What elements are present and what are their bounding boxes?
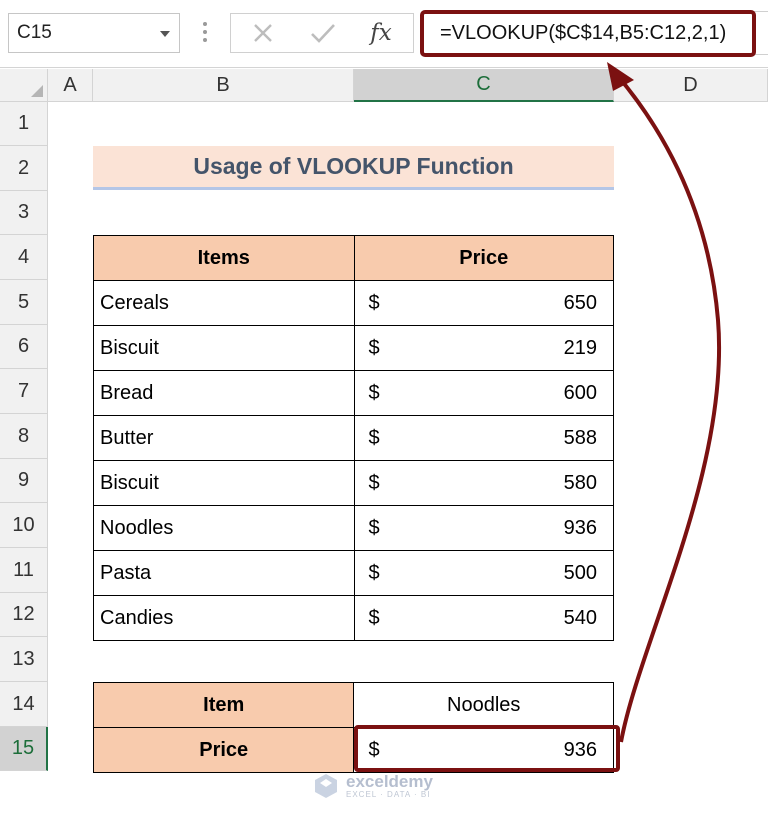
insert-function-button[interactable]: fx [353, 14, 409, 52]
name-box-value: C15 [17, 22, 52, 43]
name-box[interactable]: C15 [8, 13, 180, 53]
row-header-3[interactable]: 3 [0, 191, 48, 235]
item-cell[interactable]: Noodles [93, 505, 355, 551]
arrow-curve [615, 73, 722, 743]
price-cell[interactable]: $580 [353, 460, 614, 506]
price-value: 500 [563, 561, 597, 584]
logo-icon [315, 774, 337, 798]
table-row: Butter $588 [93, 415, 614, 461]
item-cell[interactable]: Biscuit [93, 325, 355, 371]
cancel-button[interactable] [235, 14, 291, 52]
item-cell[interactable]: Candies [93, 595, 355, 641]
watermark-name: exceldemy [346, 772, 433, 791]
price-value: 588 [563, 426, 597, 449]
enter-button[interactable] [295, 14, 351, 52]
formula-highlight-box [420, 10, 756, 57]
price-cell[interactable]: $600 [353, 370, 614, 416]
watermark-tagline: EXCEL · DATA · BI [346, 790, 431, 799]
result-highlight-box [354, 725, 620, 772]
lookup-item-value[interactable]: Noodles [353, 682, 614, 728]
row-header-9[interactable]: 9 [0, 459, 48, 503]
select-all-button[interactable] [0, 69, 48, 102]
row-header-1[interactable]: 1 [0, 102, 48, 146]
item-cell[interactable]: Butter [93, 415, 355, 461]
table-row: Candies $540 [93, 595, 614, 641]
close-icon [254, 24, 272, 42]
lookup-item-label[interactable]: Item [92, 682, 355, 728]
price-value: 580 [563, 471, 597, 494]
row-header-7[interactable]: 7 [0, 369, 48, 414]
table-row: Noodles $936 [93, 505, 614, 551]
table-row: Biscuit $580 [93, 460, 614, 506]
table-row: Biscuit $219 [93, 325, 614, 371]
price-value: 540 [563, 606, 597, 629]
watermark: exceldemy EXCEL · DATA · BI [312, 772, 433, 800]
currency-symbol: $ [368, 291, 380, 314]
item-cell[interactable]: Bread [93, 370, 355, 416]
row-header-4[interactable]: 4 [0, 235, 48, 280]
currency-symbol: $ [368, 381, 380, 404]
row-header-13[interactable]: 13 [0, 637, 48, 682]
chevron-down-icon[interactable] [160, 31, 170, 37]
currency-symbol: $ [368, 516, 380, 539]
column-header-a[interactable]: A [48, 69, 93, 102]
table-row: Pasta $500 [93, 550, 614, 596]
price-cell[interactable]: $588 [353, 415, 614, 461]
column-header-c[interactable]: C [354, 69, 614, 102]
formula-buttons: fx [230, 13, 414, 53]
currency-symbol: $ [368, 471, 380, 494]
item-cell[interactable]: Pasta [93, 550, 355, 596]
sheet-title[interactable]: Usage of VLOOKUP Function [93, 146, 614, 190]
price-cell[interactable]: $500 [353, 550, 614, 596]
row-header-11[interactable]: 11 [0, 548, 48, 593]
table-row: Bread $600 [93, 370, 614, 416]
price-cell[interactable]: $540 [353, 595, 614, 641]
currency-symbol: $ [368, 606, 380, 629]
item-cell[interactable]: Biscuit [93, 460, 355, 506]
lookup-price-label[interactable]: Price [92, 727, 355, 773]
price-cell[interactable]: $936 [353, 505, 614, 551]
function-icon: fx [370, 20, 392, 46]
row-header-2[interactable]: 2 [0, 146, 48, 191]
header-items[interactable]: Items [93, 235, 355, 281]
price-cell[interactable]: $650 [353, 280, 614, 326]
row-header-15[interactable]: 15 [0, 727, 48, 771]
row-header-5[interactable]: 5 [0, 280, 48, 325]
row-header-8[interactable]: 8 [0, 414, 48, 459]
check-icon [311, 24, 335, 43]
currency-symbol: $ [368, 426, 380, 449]
item-cell[interactable]: Cereals [93, 280, 355, 326]
row-header-14[interactable]: 14 [0, 682, 48, 727]
price-value: 650 [563, 291, 597, 314]
price-value: 936 [563, 516, 597, 539]
drag-handle-icon[interactable] [199, 22, 211, 46]
items-table: Items Price Cereals $650 Biscuit $219 Br… [93, 235, 614, 641]
table-row: Cereals $650 [93, 280, 614, 326]
currency-symbol: $ [368, 561, 380, 584]
row-header-6[interactable]: 6 [0, 325, 48, 369]
price-value: 219 [563, 336, 597, 359]
column-header-b[interactable]: B [93, 69, 354, 102]
row-header-10[interactable]: 10 [0, 503, 48, 548]
column-header-d[interactable]: D [614, 69, 768, 102]
price-value: 600 [563, 381, 597, 404]
price-cell[interactable]: $219 [353, 325, 614, 371]
header-price[interactable]: Price [353, 235, 614, 281]
row-header-12[interactable]: 12 [0, 593, 48, 637]
currency-symbol: $ [368, 336, 380, 359]
